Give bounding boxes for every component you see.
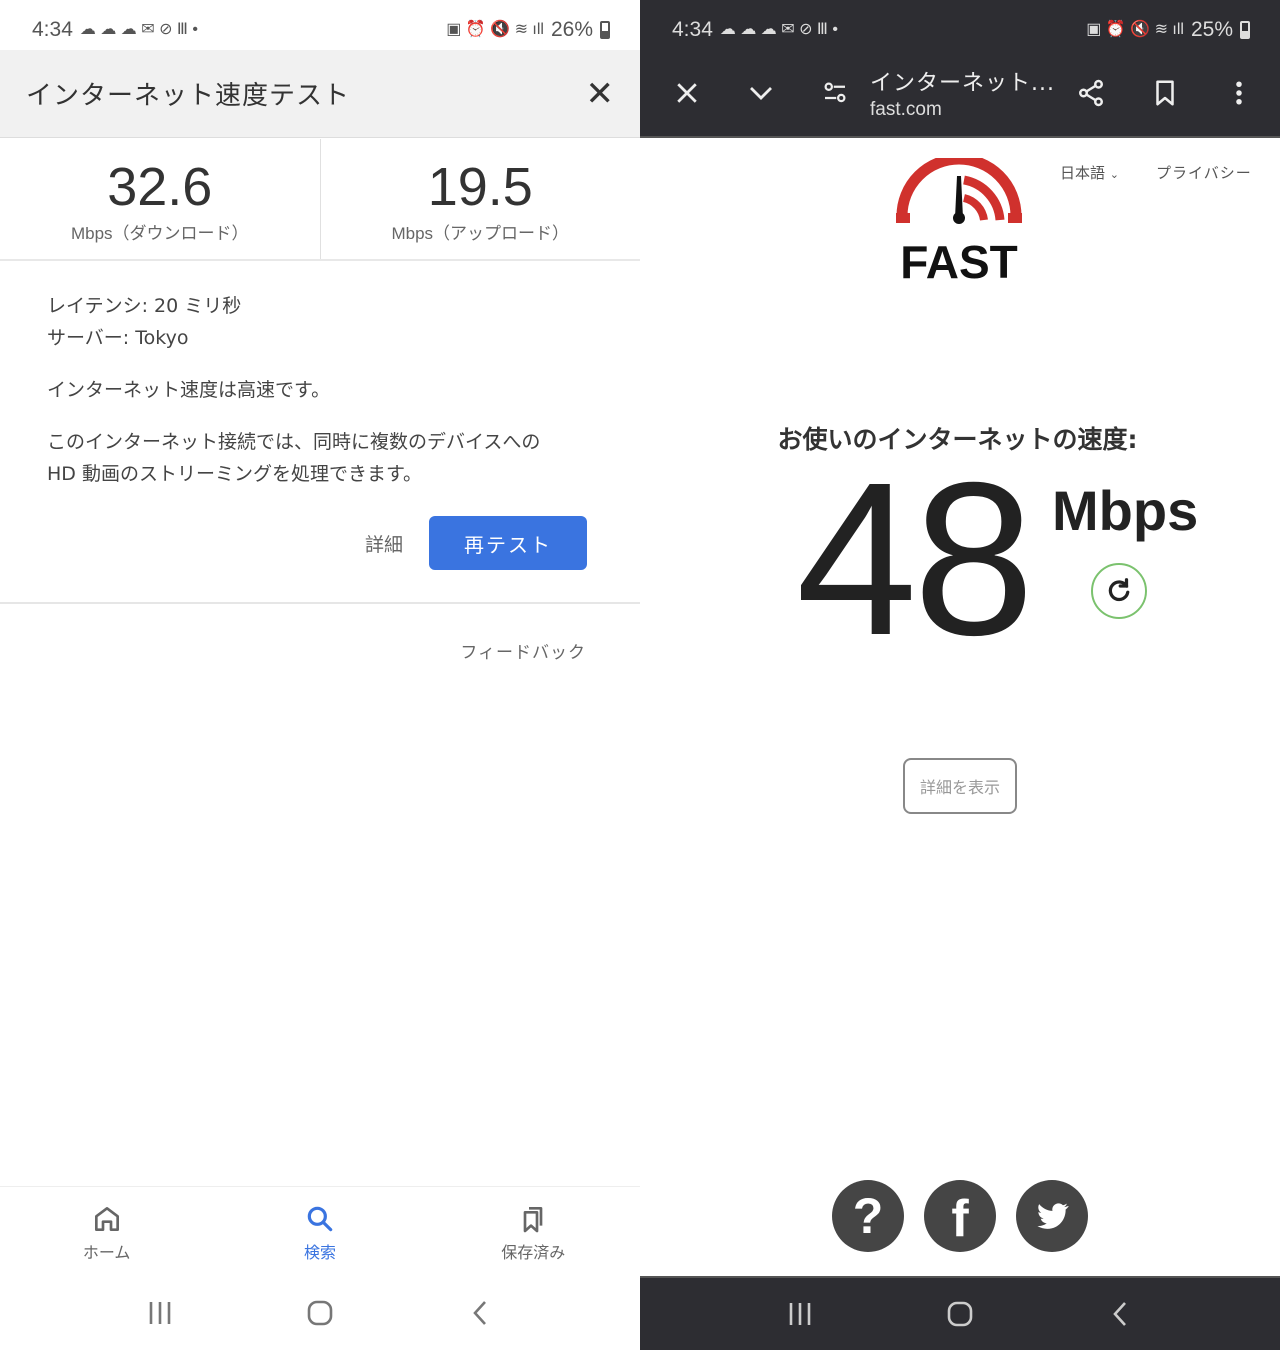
help-icon: ?: [852, 1188, 884, 1244]
bookmark-icon: [1156, 80, 1174, 106]
more-vert-icon: [1236, 81, 1242, 105]
back-button[interactable]: [450, 1299, 510, 1327]
upload-value: 19.5: [427, 157, 533, 217]
logo-arc-3: [962, 194, 988, 221]
description-text: このインターネット接続では、同時に複数のデバイスへの HD 動画のストリーミング…: [47, 426, 607, 490]
minimize-button[interactable]: [736, 78, 786, 108]
language-select[interactable]: 日本語 ⌄: [1060, 162, 1119, 183]
details-button[interactable]: 詳細: [365, 530, 403, 557]
download-unit: Mbps（ダウンロード）: [70, 224, 249, 243]
social-links: ? f: [640, 1180, 1280, 1252]
twitter-icon: [1037, 1203, 1069, 1229]
fast-com-pane: 4:34 ☁ ☁ ☁ ✉ ⊘ Ⅲ • ▣ ⏰ 🔇 ≋ ıll 25% インターネ…: [640, 0, 1280, 1350]
tab-home-label: ホーム: [82, 1243, 131, 1262]
speed-value: 48: [796, 438, 1034, 681]
site-settings-button[interactable]: [810, 78, 860, 108]
verdict-text: インターネット速度は高速です。: [47, 379, 331, 401]
notification-icons: ☁ ☁ ☁ ✉ ⊘ Ⅲ •: [719, 21, 838, 38]
action-row: 詳細 再テスト: [365, 516, 587, 570]
notification-icons: ☁ ☁ ☁ ✉ ⊘ Ⅲ •: [79, 21, 198, 38]
home-button[interactable]: [290, 1299, 350, 1327]
back-icon: [1113, 1302, 1126, 1326]
saved-icon: [523, 1207, 543, 1233]
language-label: 日本語: [1060, 164, 1106, 182]
speed-unit: Mbps: [1052, 479, 1199, 542]
page-title: インターネット速度テスト: [26, 81, 351, 111]
more-menu-button[interactable]: [1214, 78, 1264, 108]
recent-apps-icon: [789, 1303, 811, 1325]
browser-toolbar: インターネット... fast.com: [640, 50, 1280, 138]
search-icon: [307, 1206, 333, 1232]
show-details-button[interactable]: 詳細を表示: [903, 758, 1017, 814]
speed-results: 32.6 Mbps（ダウンロード） 19.5 Mbps（アップロード）: [0, 139, 640, 261]
recent-apps-button[interactable]: [770, 1301, 830, 1327]
system-nav-bar: [640, 1276, 1280, 1350]
tab-saved-label: 保存済み: [501, 1243, 566, 1262]
page-url: fast.com: [870, 99, 942, 120]
system-status-icons: ▣ ⏰ 🔇 ≋ ıll: [1086, 21, 1184, 38]
google-speedtest-pane: 4:34 ☁ ☁ ☁ ✉ ⊘ Ⅲ • ▣ ⏰ 🔇 ≋ ıll 26% インターネ…: [0, 0, 640, 1350]
logo-left-foot: [896, 213, 910, 223]
description-line-2: HD 動画のストリーミングを処理できます。: [47, 463, 423, 485]
battery-icon: [1240, 21, 1250, 39]
help-button[interactable]: ?: [832, 1180, 904, 1252]
home-circle-icon: [947, 1301, 973, 1327]
retest-button[interactable]: 再テスト: [429, 516, 587, 570]
logo-right-foot: [1008, 213, 1022, 223]
status-time: 4:34: [672, 18, 713, 41]
bottom-nav: ホーム 検索 保存済み: [0, 1186, 640, 1276]
share-button[interactable]: [1066, 78, 1116, 108]
tab-saved[interactable]: 保存済み: [463, 1187, 603, 1276]
fast-logo: FAST: [896, 158, 1022, 283]
url-box[interactable]: インターネット... fast.com: [860, 65, 1066, 121]
chevron-down-icon: ⌄: [1109, 168, 1120, 181]
download-result: 32.6 Mbps（ダウンロード）: [0, 139, 320, 259]
share-icon: [1079, 79, 1103, 107]
divider: [0, 602, 640, 604]
chevron-down-icon: [750, 87, 772, 100]
logo-needle: [955, 176, 963, 218]
upload-result: 19.5 Mbps（アップロード）: [319, 139, 641, 259]
tab-home[interactable]: ホーム: [37, 1187, 177, 1276]
tab-search[interactable]: 検索: [250, 1187, 390, 1276]
server-text: サーバー: Tokyo: [47, 327, 189, 349]
facebook-icon: f: [951, 1190, 969, 1248]
home-button[interactable]: [930, 1300, 990, 1328]
battery-icon: [600, 21, 610, 39]
facebook-button[interactable]: f: [924, 1180, 996, 1252]
home-icon: [94, 1207, 119, 1231]
refresh-icon: [1108, 578, 1130, 602]
page-title: インターネット...: [870, 71, 1055, 96]
result-details: レイテンシ: 20 ミリ秒 サーバー: Tokyo インターネット速度は高速です…: [47, 290, 607, 490]
retest-button[interactable]: [1091, 563, 1147, 619]
close-icon: [677, 83, 697, 103]
twitter-button[interactable]: [1016, 1180, 1088, 1252]
description-line-1: このインターネット接続では、同時に複数のデバイスへの: [47, 431, 541, 453]
bookmark-button[interactable]: [1140, 78, 1190, 108]
back-button[interactable]: [1090, 1300, 1150, 1328]
home-circle-icon: [307, 1300, 333, 1326]
logo-text: FAST: [900, 236, 1018, 283]
download-value: 32.6: [107, 157, 213, 217]
back-icon: [473, 1301, 486, 1325]
tune-icon: [824, 82, 846, 103]
close-icon[interactable]: ✕: [586, 74, 615, 114]
system-status-icons: ▣ ⏰ 🔇 ≋ ıll: [446, 21, 544, 38]
latency-text: レイテンシ: 20 ミリ秒: [47, 295, 242, 317]
battery-percent: 26%: [550, 18, 593, 41]
privacy-link[interactable]: プライバシー: [1156, 162, 1252, 183]
system-nav-bar: [0, 1276, 640, 1350]
recent-apps-button[interactable]: [130, 1300, 190, 1326]
close-tab-button[interactable]: [662, 78, 712, 108]
upload-unit: Mbps（アップロード）: [391, 224, 570, 243]
battery-percent: 25%: [1190, 18, 1233, 41]
speedtest-header: インターネット速度テスト ✕: [0, 50, 640, 138]
recent-apps-icon: [149, 1302, 171, 1324]
feedback-link[interactable]: フィードバック: [460, 638, 586, 663]
status-time: 4:34: [32, 18, 73, 41]
tab-search-label: 検索: [303, 1243, 336, 1262]
